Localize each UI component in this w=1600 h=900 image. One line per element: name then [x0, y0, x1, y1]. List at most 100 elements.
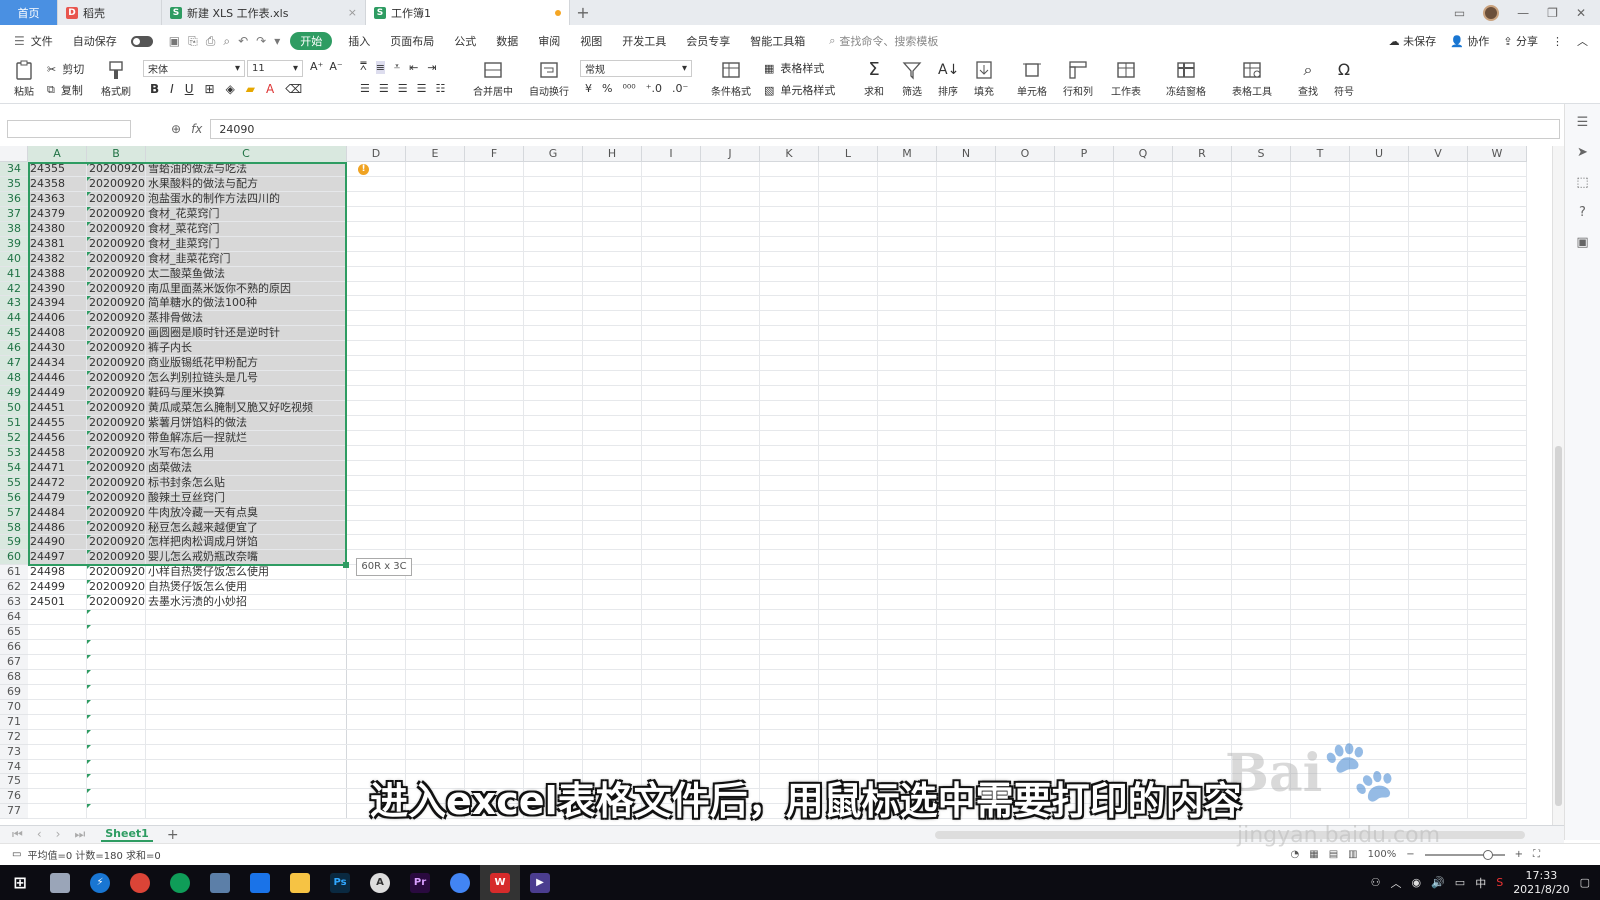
cell[interactable]: 24390 — [28, 281, 87, 296]
cell[interactable] — [996, 401, 1055, 415]
cell[interactable]: 20200920 — [87, 206, 146, 221]
scroll-thumb[interactable] — [1555, 446, 1562, 806]
cell[interactable] — [642, 221, 701, 236]
column-header[interactable]: B — [87, 146, 146, 162]
cell[interactable] — [1350, 744, 1409, 759]
cell[interactable] — [760, 311, 819, 326]
cell[interactable] — [1232, 520, 1291, 535]
cell[interactable] — [1409, 341, 1468, 356]
cell[interactable] — [642, 595, 701, 610]
unsaved-button[interactable]: ☁ 未保存 — [1389, 33, 1437, 49]
pen-tool-icon[interactable] — [200, 865, 240, 900]
cell[interactable] — [760, 535, 819, 550]
cell[interactable] — [1409, 520, 1468, 535]
row-header[interactable]: 50 — [0, 401, 28, 416]
cell[interactable] — [642, 699, 701, 714]
cell[interactable] — [406, 520, 465, 535]
cell[interactable] — [1055, 714, 1114, 729]
file-menu[interactable]: 文件 — [29, 25, 63, 57]
cell[interactable] — [937, 580, 996, 595]
cell[interactable] — [87, 759, 146, 774]
cell[interactable] — [701, 654, 760, 669]
cell[interactable]: 24382 — [28, 251, 87, 266]
row-header[interactable]: 68 — [0, 669, 28, 685]
window-layout-icon[interactable]: ▭ — [1454, 6, 1465, 20]
cell[interactable] — [819, 415, 878, 430]
cell[interactable] — [524, 356, 583, 371]
cell[interactable] — [146, 789, 347, 804]
cell[interactable] — [1350, 789, 1409, 804]
cell[interactable] — [937, 729, 996, 744]
cell[interactable]: 太二酸菜鱼做法 — [146, 266, 347, 281]
cell[interactable] — [937, 490, 996, 505]
cell[interactable] — [28, 625, 87, 639]
cell[interactable] — [1350, 565, 1409, 580]
cell[interactable] — [1468, 654, 1527, 669]
column-header[interactable]: I — [642, 146, 701, 162]
cell[interactable] — [937, 386, 996, 400]
cell[interactable]: 24486 — [28, 520, 87, 535]
cell[interactable] — [1468, 520, 1527, 535]
add-sheet-button[interactable]: + — [167, 827, 179, 843]
cell[interactable] — [937, 565, 996, 580]
cell[interactable]: 20200920 — [87, 565, 146, 580]
fill-button[interactable]: 填充 — [966, 60, 1002, 98]
cell[interactable] — [819, 326, 878, 341]
column-header[interactable]: T — [1291, 146, 1350, 162]
cell[interactable] — [1409, 191, 1468, 206]
cell[interactable] — [1232, 505, 1291, 520]
cell[interactable] — [760, 580, 819, 595]
cell[interactable] — [1468, 326, 1527, 341]
cell[interactable]: 24430 — [28, 341, 87, 356]
cell[interactable] — [465, 490, 524, 505]
cell[interactable] — [465, 505, 524, 520]
cell[interactable] — [1055, 356, 1114, 371]
cell[interactable] — [1173, 490, 1232, 505]
cell[interactable] — [878, 296, 937, 311]
cell[interactable] — [1055, 684, 1114, 699]
cell[interactable] — [1468, 625, 1527, 639]
cell[interactable] — [1232, 251, 1291, 266]
cell[interactable] — [1409, 669, 1468, 684]
cell[interactable] — [1409, 729, 1468, 744]
cell[interactable]: 24449 — [28, 386, 87, 400]
cell[interactable] — [878, 281, 937, 296]
row-header[interactable]: 64 — [0, 610, 28, 626]
row-header[interactable]: 59 — [0, 535, 28, 551]
cell[interactable] — [1409, 699, 1468, 714]
cell[interactable]: 水写布怎么用 — [146, 445, 347, 460]
column-header[interactable]: K — [760, 146, 819, 162]
cell[interactable] — [1409, 804, 1468, 819]
thousands-icon[interactable]: ⁰⁰⁰ — [622, 82, 635, 95]
cell[interactable] — [465, 595, 524, 610]
collab-button[interactable]: 👤 协作 — [1450, 33, 1489, 49]
cell[interactable] — [819, 729, 878, 744]
cell[interactable] — [1409, 550, 1468, 565]
cell[interactable] — [28, 640, 87, 654]
cell[interactable] — [1468, 475, 1527, 490]
align-bottom-icon[interactable]: ⩡ — [394, 60, 400, 74]
cell[interactable] — [28, 729, 87, 744]
cell[interactable] — [1291, 251, 1350, 266]
cell[interactable] — [583, 415, 642, 430]
cell[interactable] — [1232, 221, 1291, 236]
cell[interactable] — [1409, 266, 1468, 281]
cell[interactable]: 20200920 — [87, 475, 146, 490]
cell[interactable] — [1232, 625, 1291, 639]
cell[interactable] — [760, 221, 819, 236]
cell[interactable] — [1232, 266, 1291, 281]
row-header[interactable]: 35 — [0, 176, 28, 192]
cell[interactable] — [524, 266, 583, 281]
cell[interactable] — [701, 699, 760, 714]
cell[interactable] — [642, 206, 701, 221]
cell[interactable] — [878, 744, 937, 759]
cell[interactable] — [1232, 445, 1291, 460]
cell[interactable] — [701, 236, 760, 251]
cell[interactable]: 秘豆怎么越来越便宜了 — [146, 520, 347, 535]
cell[interactable] — [701, 520, 760, 535]
cell[interactable] — [996, 550, 1055, 565]
cell[interactable] — [1350, 356, 1409, 371]
cell[interactable] — [878, 341, 937, 356]
row-header[interactable]: 66 — [0, 640, 28, 655]
cell[interactable] — [524, 640, 583, 654]
